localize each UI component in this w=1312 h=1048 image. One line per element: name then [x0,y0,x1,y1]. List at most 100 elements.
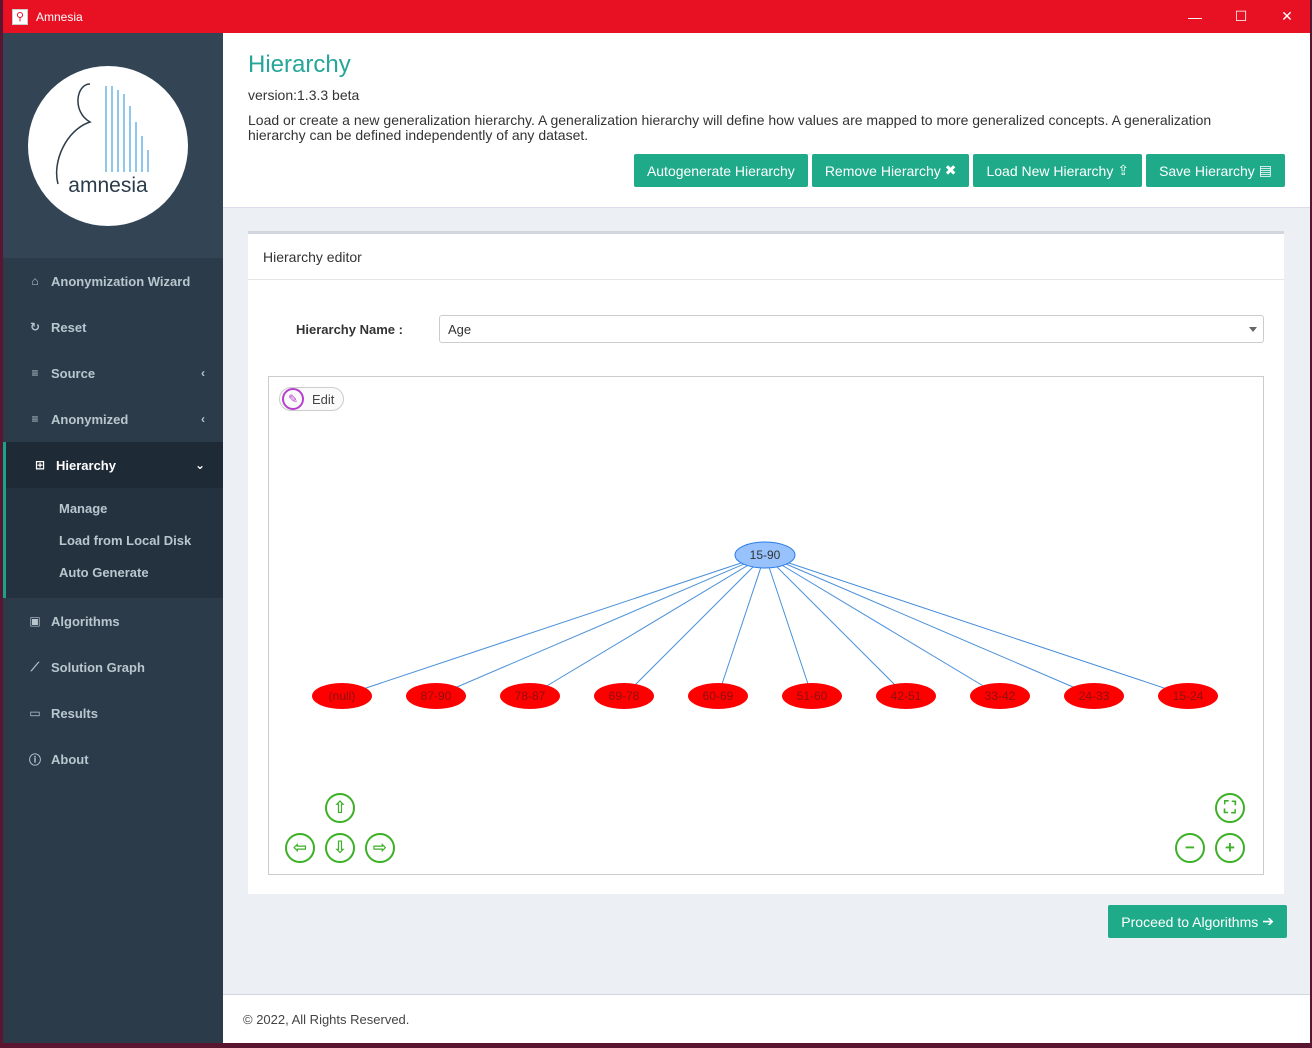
tree-edge [717,554,766,697]
tree-node-child[interactable]: (null) [312,683,372,709]
sidebar-item-about[interactable]: ⓘ About [3,736,223,782]
page-description: Load or create a new generalization hier… [248,112,1212,143]
window-title: Amnesia [36,9,83,24]
logo-area: amnesia [3,33,223,258]
tree-node-child[interactable]: 33-42 [970,683,1030,709]
tree-edge [764,554,1189,697]
sidebar-item-solution-graph[interactable]: ⟋ Solution Graph [3,644,223,690]
tree-node-child[interactable]: 78-87 [500,683,560,709]
chevron-down-icon: ⌄ [194,458,205,472]
arrow-circle-right-icon: ➔ [1262,913,1274,929]
sidebar-item-algorithms[interactable]: ▣ Algorithms [3,598,223,644]
laptop-icon: ▭ [29,706,41,720]
sitemap-icon: ⊞ [34,458,46,472]
tree-node-child[interactable]: 69-78 [594,683,654,709]
tree-edge [764,554,907,697]
pan-up-button[interactable]: ⇧ [325,793,355,823]
pan-left-button[interactable]: ⇦ [285,833,315,863]
hierarchy-name-row: Hierarchy Name : Age [248,315,1284,343]
arrow-right-icon: ⇨ [372,838,388,857]
sidebar-nav: ⌂ Anonymization Wizard ↻ Reset ≡ Source ‹ ≡ A… [3,258,223,782]
sidebar-item-source[interactable]: ≡ Source ‹ [3,350,223,396]
database-icon: ≡ [31,366,39,380]
save-icon: ▤ [1258,162,1272,178]
maximize-button[interactable]: ☐ [1218,0,1264,33]
load-new-hierarchy-button[interactable]: Load New Hierarchy ⇪ [973,154,1143,187]
sidebar: amnesia ⌂ Anonymization Wizard ↻ Reset ≡ So… [3,33,223,1043]
tree-node-child[interactable]: 42-51 [876,683,936,709]
tree-node-label: 42-51 [891,689,922,703]
arrow-up-icon: ⇧ [332,798,348,817]
tree-edge [435,554,766,697]
autogenerate-hierarchy-button[interactable]: Autogenerate Hierarchy [633,154,808,187]
zoom-in-button[interactable]: + [1215,833,1245,863]
logo-text: amnesia [68,174,148,197]
remove-hierarchy-button[interactable]: Remove Hierarchy ✖ [811,154,970,187]
tree-node-child[interactable]: 87-90 [406,683,466,709]
fit-view-button[interactable]: ⛶ [1215,793,1245,823]
upload-icon: ⇪ [1117,162,1130,178]
tree-node-label: 15-90 [750,548,781,562]
box-title: Hierarchy editor [248,234,1284,280]
header-actions: Autogenerate Hierarchy Remove Hierarchy ✖… [633,154,1285,187]
sidebar-item-hierarchy[interactable]: ⊞ Hierarchy ⌄ [3,442,223,488]
tree-edge [341,554,766,697]
tree-node-label: 60-69 [703,689,734,703]
version-label: version:1.3.3 beta [248,87,360,103]
tree-node-child[interactable]: 15-24 [1158,683,1218,709]
footer: © 2022, All Rights Reserved. [223,994,1310,1043]
tree-edge [764,554,1001,697]
sidebar-item-results[interactable]: ▭ Results [3,690,223,736]
sidebar-item-anonymization-wizard[interactable]: ⌂ Anonymization Wizard [3,258,223,304]
sidebar-item-reset[interactable]: ↻ Reset [3,304,223,350]
line-chart-icon: ⟋ [30,659,40,674]
tree-edge [623,554,766,697]
chevron-left-icon: ‹ [201,412,205,426]
tree-node-label: (null) [329,689,356,703]
logo-graphic-icon [55,83,149,185]
title-bar: ⚲ Amnesia — ☐ ✕ [3,0,1310,33]
save-hierarchy-button[interactable]: Save Hierarchy ▤ [1146,154,1285,187]
proceed-to-algorithms-button[interactable]: Proceed to Algorithms ➔ [1108,905,1287,938]
pan-right-button[interactable]: ⇨ [365,833,395,863]
tree-node-label: 69-78 [609,689,640,703]
page-title: Hierarchy [248,51,351,78]
hierarchy-name-select[interactable]: Age [439,315,1264,343]
subitem-auto-generate[interactable]: Auto Generate [6,556,223,588]
home-icon: ⌂ [31,274,39,288]
hierarchy-editor-box: Hierarchy editor Hierarchy Name : Age ✎ … [248,231,1284,894]
caret-down-icon [1249,327,1257,332]
fit-view-icon: ⛶ [1224,798,1236,817]
info-icon: ⓘ [28,752,41,767]
tree-canvas[interactable]: (null) 87-90 78-87 69-78 60-69 51-60 42-51 33-4… [269,377,1263,874]
hierarchy-name-label: Hierarchy Name : [296,322,403,337]
tree-node-child[interactable]: 51-60 [782,683,842,709]
tree-node-label: 24-33 [1079,689,1110,703]
hierarchy-graph[interactable]: ✎ Edit (null) 87-90 78-87 69-78 60-69 51-60 42… [268,376,1264,875]
minimize-button[interactable]: — [1172,0,1218,33]
subitem-manage[interactable]: Manage [6,492,223,524]
app-icon: ⚲ [12,8,28,25]
pan-down-button[interactable]: ⇩ [325,833,355,863]
tree-node-child[interactable]: 60-69 [688,683,748,709]
tree-node-root[interactable]: 15-90 [734,541,796,569]
subitem-load-from-local-disk[interactable]: Load from Local Disk [6,524,223,556]
tree-node-child[interactable]: 24-33 [1064,683,1124,709]
tree-node-label: 33-42 [985,689,1016,703]
page-header: Hierarchy version:1.3.3 beta Load or cre… [223,33,1310,208]
tree-edge [529,554,766,697]
sidebar-item-anonymized[interactable]: ≡ Anonymized ‹ [3,396,223,442]
refresh-icon: ↻ [29,320,41,334]
arrow-left-icon: ⇦ [292,838,308,857]
close-button[interactable]: ✕ [1264,0,1310,33]
database-icon: ≡ [31,412,39,426]
zoom-out-button[interactable]: − [1175,833,1205,863]
tree-node-label: 78-87 [515,689,546,703]
hierarchy-submenu: Manage Load from Local Disk Auto Generat… [3,488,223,598]
logo: amnesia [28,66,188,226]
zoom-in-icon: + [1225,838,1235,857]
zoom-out-icon: − [1185,838,1195,857]
tree-node-label: 51-60 [797,689,828,703]
chevron-left-icon: ‹ [201,366,205,380]
tree-node-label: 15-24 [1173,689,1204,703]
